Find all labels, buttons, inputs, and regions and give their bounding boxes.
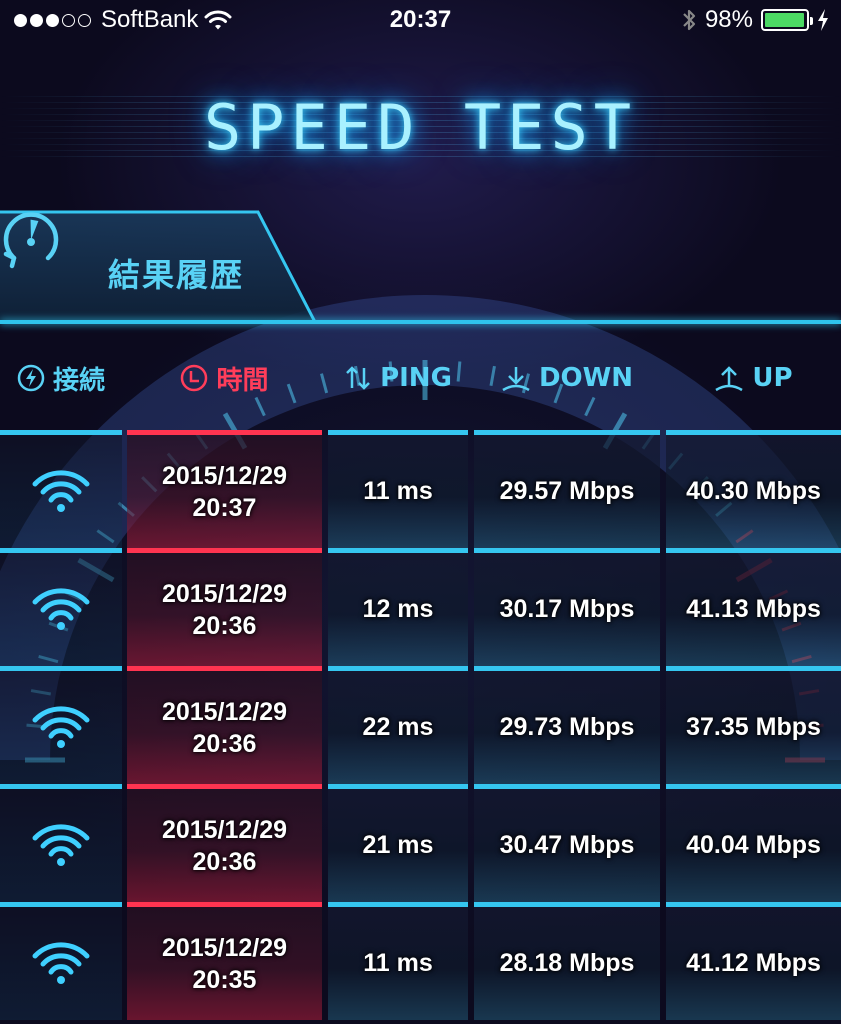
status-bar: SoftBank 20:37 98% <box>0 0 841 40</box>
battery-icon <box>761 9 813 31</box>
bolt-icon <box>17 364 45 392</box>
ping-cell: 22 ms <box>328 666 468 784</box>
table-row[interactable]: 2015/12/29 20:36 21 ms 30.47 Mbps 40.04 … <box>0 784 841 902</box>
status-right: 98% <box>681 6 829 34</box>
result-time: 20:37 <box>192 493 257 522</box>
table-row[interactable]: 2015/12/29 20:36 12 ms 30.17 Mbps 41.13 … <box>0 548 841 666</box>
column-header-time[interactable]: 時間 <box>127 324 322 432</box>
connection-cell <box>0 430 122 548</box>
down-cell: 29.73 Mbps <box>474 666 660 784</box>
ping-cell: 11 ms <box>328 902 468 1020</box>
ping-cell: 21 ms <box>328 784 468 902</box>
result-time: 20:36 <box>192 729 257 758</box>
time-cell: 2015/12/29 20:36 <box>127 784 322 902</box>
table-row[interactable]: 2015/12/29 20:35 11 ms 28.18 Mbps 41.12 … <box>0 902 841 1020</box>
bluetooth-icon <box>683 9 696 31</box>
result-time: 20:36 <box>192 847 257 876</box>
time-cell: 2015/12/29 20:36 <box>127 666 322 784</box>
up-cell: 40.04 Mbps <box>666 784 841 902</box>
table-row[interactable]: 2015/12/29 20:37 11 ms 29.57 Mbps 40.30 … <box>0 430 841 548</box>
wifi-icon <box>32 705 90 748</box>
up-cell: 37.35 Mbps <box>666 666 841 784</box>
charging-icon <box>818 9 828 31</box>
connection-cell <box>0 902 122 1020</box>
title-bar: SPEED TEST <box>0 96 841 160</box>
up-cell: 41.12 Mbps <box>666 902 841 1020</box>
up-cell: 41.13 Mbps <box>666 548 841 666</box>
up-cell: 40.30 Mbps <box>666 430 841 548</box>
download-arrow-icon <box>502 367 530 392</box>
column-header-connection[interactable]: 接続 <box>0 324 122 432</box>
column-header-label: DOWN <box>538 363 634 393</box>
ping-cell: 12 ms <box>328 548 468 666</box>
result-date: 2015/12/29 <box>161 579 288 608</box>
column-header-label: 接続 <box>52 365 105 396</box>
clock-icon <box>181 364 208 392</box>
column-header-ping[interactable]: PING <box>328 324 468 432</box>
column-headers: 接続 時間 PING DOWN UP <box>0 324 841 432</box>
column-header-label: PING <box>380 363 452 393</box>
down-cell: 30.17 Mbps <box>474 548 660 666</box>
result-date: 2015/12/29 <box>161 461 288 490</box>
result-time: 20:36 <box>192 611 257 640</box>
down-cell: 29.57 Mbps <box>474 430 660 548</box>
wifi-icon <box>32 587 90 630</box>
column-header-up[interactable]: UP <box>666 324 841 432</box>
wifi-icon <box>32 469 90 512</box>
ping-cell: 11 ms <box>328 430 468 548</box>
result-date: 2015/12/29 <box>161 697 288 726</box>
gauge-history-icon <box>3 212 59 269</box>
page-title: SPEED TEST <box>203 91 638 164</box>
battery-level <box>765 13 805 27</box>
time-cell: 2015/12/29 20:37 <box>127 430 322 548</box>
wifi-icon <box>32 941 90 984</box>
result-date: 2015/12/29 <box>161 933 288 962</box>
connection-cell <box>0 548 122 666</box>
upload-arrow-icon <box>715 366 744 392</box>
column-header-down[interactable]: DOWN <box>474 324 660 432</box>
result-time: 20:35 <box>192 965 257 994</box>
connection-cell <box>0 666 122 784</box>
connection-cell <box>0 784 122 902</box>
history-tab-label: 結果履歴 <box>108 256 245 294</box>
time-cell: 2015/12/29 20:36 <box>127 548 322 666</box>
wifi-icon <box>32 823 90 866</box>
updown-arrows-icon <box>346 366 370 390</box>
down-cell: 30.47 Mbps <box>474 784 660 902</box>
column-header-label: 時間 <box>216 365 269 396</box>
battery-percent: 98% <box>704 6 753 33</box>
time-cell: 2015/12/29 20:35 <box>127 902 322 1020</box>
result-date: 2015/12/29 <box>161 815 288 844</box>
results-list: 2015/12/29 20:37 11 ms 29.57 Mbps 40.30 … <box>0 430 841 1020</box>
history-tab[interactable]: 結果履歴 <box>0 208 320 324</box>
down-cell: 28.18 Mbps <box>474 902 660 1020</box>
table-row[interactable]: 2015/12/29 20:36 22 ms 29.73 Mbps 37.35 … <box>0 666 841 784</box>
column-header-label: UP <box>752 363 793 393</box>
